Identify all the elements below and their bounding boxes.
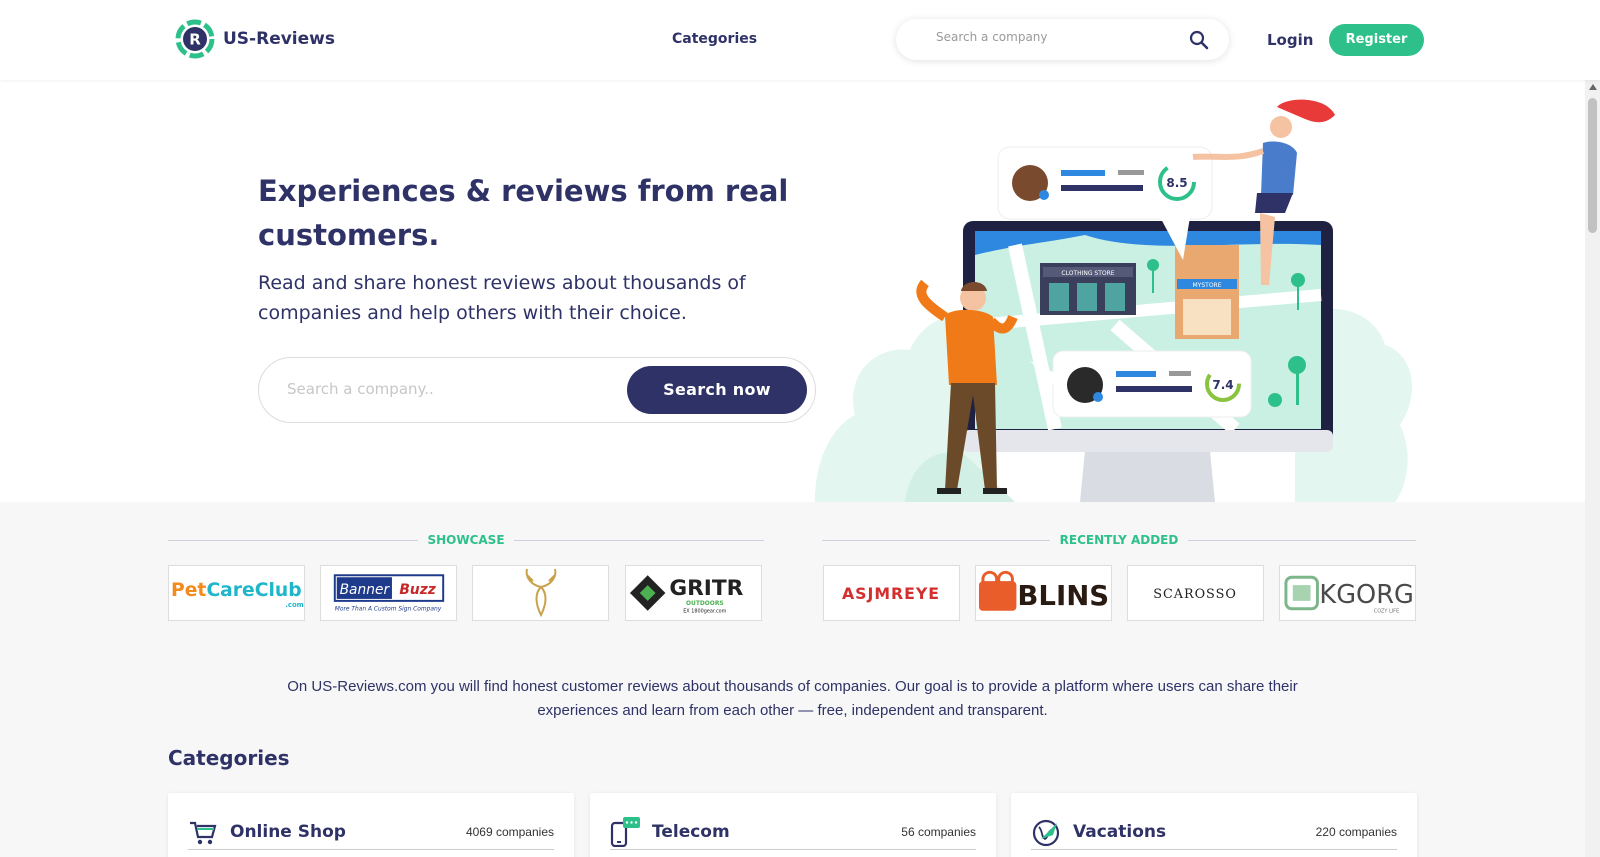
svg-text:BLINS: BLINS <box>1017 579 1109 612</box>
svg-text:GRITR: GRITR <box>669 576 743 601</box>
site-header: R US-Reviews Categories Login Register <box>0 0 1600 80</box>
category-count: 4069 companies <box>465 825 554 839</box>
brand-card-gritr[interactable]: GRITR OUTDOORS EX 1800gear.com <box>625 565 762 621</box>
gritr-sub: OUTDOORS <box>686 601 724 607</box>
svg-text:KGORGE: KGORGE <box>1319 580 1415 610</box>
brand-card-bannerbuzz[interactable]: Banner Buzz More Than A Custom Sign Comp… <box>320 565 457 621</box>
rating-bubble-1: 8.5 <box>1166 176 1187 190</box>
gritr-sub2: EX 1800gear.com <box>683 609 726 615</box>
brand-card-kgorge[interactable]: KGORGE COZY LIFE <box>1279 565 1416 621</box>
globe-plane-icon <box>1032 819 1060 847</box>
asjmreye-logo: ASJMREYE <box>842 584 940 603</box>
svg-text:Banner: Banner <box>340 582 391 598</box>
store-sign-1: CLOTHING STORE <box>1061 270 1114 277</box>
scarosso-logo: SCAROSSO <box>1153 587 1237 602</box>
header-search-box[interactable] <box>896 19 1229 60</box>
search-now-button[interactable]: Search now <box>627 366 807 414</box>
register-button[interactable]: Register <box>1329 24 1424 56</box>
brand-name: US-Reviews <box>223 29 335 49</box>
category-name: Vacations <box>1073 822 1167 842</box>
svg-text:Pet: Pet <box>171 580 206 601</box>
nav-categories-link[interactable]: Categories <box>672 31 757 47</box>
kgorge-logo: KGORGE COZY LIFE <box>1284 575 1415 615</box>
bannerbuzz-tagline: More Than A Custom Sign Company <box>335 607 442 613</box>
category-card-vacations[interactable]: Vacations 220 companies <box>1011 793 1417 857</box>
scroll-up-arrow-icon[interactable] <box>1589 84 1597 90</box>
kgorge-sub: COZY LIFE <box>1374 609 1399 615</box>
svg-text:R: R <box>189 31 201 49</box>
brand-card-blins[interactable]: BLINS <box>975 565 1112 621</box>
cart-icon <box>190 821 217 845</box>
deer-antler-logo <box>525 568 556 618</box>
brand-card-asjmreye[interactable]: ASJMREYE <box>823 565 960 621</box>
hero-subtitle: Read and share honest reviews about thou… <box>258 272 746 324</box>
hero-search-input[interactable] <box>287 380 587 398</box>
gritr-logo: GRITR OUTDOORS EX 1800gear.com <box>629 575 744 615</box>
bannerbuzz-logo: Banner Buzz More Than A Custom Sign Comp… <box>333 574 445 613</box>
category-divider <box>610 849 976 850</box>
brand-card-deer[interactable] <box>472 565 609 621</box>
svg-text:CareClub: CareClub <box>206 580 301 601</box>
logo-r-icon: R <box>175 19 215 59</box>
hero-search-box[interactable]: Search now <box>258 357 816 423</box>
petcare-sub: .com <box>285 601 304 609</box>
header-search-input[interactable] <box>936 30 1166 44</box>
brand-logo[interactable]: R US-Reviews <box>175 19 335 59</box>
blins-logo: BLINS <box>978 570 1109 612</box>
brand-card-scarosso[interactable]: SCAROSSO <box>1127 565 1264 621</box>
scroll-thumb[interactable] <box>1588 98 1597 233</box>
category-card-online-shop[interactable]: Online Shop 4069 companies <box>168 793 574 857</box>
svg-text:Buzz: Buzz <box>399 582 436 598</box>
hero-title: Experiences & reviews from real customer… <box>258 174 789 252</box>
rating-bubble-2: 7.4 <box>1212 378 1233 392</box>
page-scrollbar[interactable] <box>1585 80 1600 857</box>
recently-added-label: RECENTLY ADDED <box>1059 533 1179 547</box>
recent-rule-right <box>1188 540 1416 541</box>
showcase-label: SHOWCASE <box>427 533 505 547</box>
svg-text:SCAROSSO: SCAROSSO <box>1153 587 1237 602</box>
category-count: 56 companies <box>901 825 976 839</box>
category-count: 220 companies <box>1315 825 1397 839</box>
category-divider <box>1031 849 1397 850</box>
intro-paragraph: On US-Reviews.com you will find honest c… <box>287 678 1298 719</box>
petcareclub-logo: Pet CareClub .com <box>171 580 304 609</box>
category-divider <box>188 849 554 850</box>
login-link[interactable]: Login <box>1267 31 1313 49</box>
hero-section: Experiences & reviews from real customer… <box>0 80 1585 502</box>
recent-rule-left <box>822 540 1050 541</box>
showcase-rule-left <box>168 540 418 541</box>
showcase-rule-right <box>514 540 764 541</box>
search-icon[interactable] <box>1189 30 1209 50</box>
phone-icon <box>610 817 640 847</box>
category-name: Online Shop <box>230 822 346 842</box>
svg-text:ASJMREYE: ASJMREYE <box>842 584 940 603</box>
category-card-telecom[interactable]: Telecom 56 companies <box>590 793 996 857</box>
hero-illustration: CLOTHING STORE MYSTORE 8.5 7.4 <box>815 99 1412 502</box>
categories-heading: Categories <box>168 746 290 770</box>
category-name: Telecom <box>652 822 730 842</box>
store-sign-2: MYSTORE <box>1193 282 1222 289</box>
brand-card-petcareclub[interactable]: Pet CareClub .com <box>168 565 305 621</box>
